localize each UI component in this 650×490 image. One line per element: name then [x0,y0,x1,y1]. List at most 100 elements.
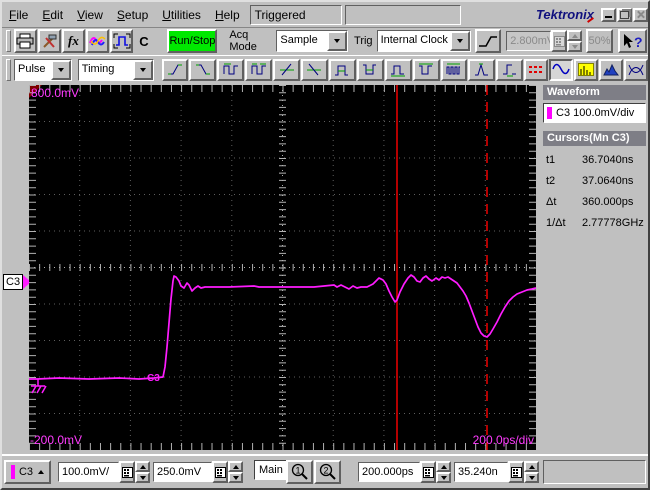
keypad-icon [214,466,226,478]
meas-subcategory-select[interactable]: Timing [77,58,154,81]
spin-up-button[interactable] [436,461,451,472]
horizontal-scale-field: 200.000ps [358,460,451,484]
spin-down-button[interactable] [524,472,539,483]
time-per-div-label: 200.0ps/div [472,433,534,447]
waveform-colors-button[interactable] [86,29,110,53]
keypad-button[interactable] [212,461,228,483]
trig-level-value: 2.800mV [506,31,552,51]
burst-width-icon [446,63,461,75]
minimize-button[interactable] [601,7,616,22]
menu-help[interactable]: Help [208,4,247,26]
spin-down-button[interactable] [228,472,243,483]
ground-reference-icon [31,379,47,394]
menu-file[interactable]: File [2,4,35,26]
chevron-down-icon[interactable] [449,31,470,51]
restore-button[interactable] [617,7,632,22]
chevron-down-icon[interactable] [50,59,71,80]
meas-delay-button[interactable] [496,58,524,81]
readout-row: Δt 360.000ps [546,195,634,208]
close-icon [636,10,645,19]
keypad-button[interactable] [420,461,436,483]
cursors-button[interactable] [524,58,549,81]
center-axis-ticks [29,85,536,450]
spin-up-button[interactable] [135,461,150,472]
top-scale-label: 800.0mV [31,86,80,100]
trigger-status: Triggered [249,4,342,25]
minimize-icon [605,15,612,18]
trig-50pct-button: 50% [586,29,613,53]
toolbar-grip[interactable] [6,30,11,52]
menu-view[interactable]: View [70,4,110,26]
toolbar-grip[interactable] [6,58,11,81]
waveform-list-item[interactable]: C3 100.0mV/div [543,103,646,123]
horizontal-position-value[interactable]: 35.240n [454,462,508,482]
display-area: C3 C3 800.0mV -200.0mV 200.0ps/div Wavef… [2,82,648,454]
svg-text:2: 2 [323,466,328,476]
measurement-toolbar: Pulse Timing [2,55,648,83]
spin-up-button[interactable] [524,461,539,472]
meas-negative-duty-button[interactable] [412,58,440,81]
delay-icon [502,64,516,77]
chevron-down-icon[interactable] [132,59,153,80]
trig-source-select[interactable]: Internal Clock [376,30,471,52]
status-filler [543,460,646,484]
restore-icon [620,10,629,19]
meas-period-button[interactable] [217,58,245,81]
meas-frequency-button[interactable] [245,58,273,81]
statistics-button[interactable] [599,58,624,81]
negative-width-icon [363,64,377,75]
meas-category-select[interactable]: Pulse [13,58,72,81]
meas-rise-time-button[interactable] [161,58,189,81]
meas-gain-button[interactable] [468,58,496,81]
eye-diagram-button[interactable] [624,58,648,81]
channel-select-button[interactable]: C3 [4,460,51,484]
meas-positive-duty-button[interactable] [384,58,412,81]
trig-slope-button[interactable] [474,29,502,53]
define-math-button[interactable]: fx [61,29,86,53]
close-button[interactable] [633,7,648,22]
vertical-offset-value[interactable]: 250.0mV [153,462,212,482]
keypad-button[interactable] [119,461,135,483]
meas-positive-cross-button[interactable] [273,58,301,81]
spin-down-button[interactable] [135,472,150,483]
spin-up-button [567,30,583,41]
cursors-icon [529,66,544,73]
meas-negative-width-button[interactable] [356,58,384,81]
chevron-up-icon [38,470,45,474]
chevron-down-icon[interactable] [327,31,348,51]
period-icon [223,63,238,75]
keypad-button[interactable] [508,461,524,483]
keypad-icon [121,466,133,478]
zoom-2-button[interactable]: 2 [314,460,341,484]
waveform-measure-button[interactable] [549,58,574,81]
eye-diagram-icon [628,64,644,75]
keypad-icon [553,35,565,47]
tools-button[interactable] [37,29,61,53]
acq-mode-select[interactable]: Sample [276,30,349,52]
meas-fall-time-button[interactable] [189,58,217,81]
positive-duty-icon [391,65,406,77]
sine-wave-icon [552,63,570,75]
channel-marker-c3[interactable]: C3 [3,274,32,290]
spin-up-button[interactable] [228,461,243,472]
histogram-button[interactable] [574,58,599,81]
print-button[interactable] [13,29,37,53]
positive-width-icon [335,65,349,76]
menu-setup[interactable]: Setup [110,4,155,26]
run-stop-button[interactable]: Run/Stop [167,29,218,53]
color-waves-icon [88,36,106,46]
menu-edit[interactable]: Edit [35,4,70,26]
meas-positive-width-button[interactable] [328,58,356,81]
vertical-offset-field: 250.0mV [153,460,243,484]
horizontal-scale-value[interactable]: 200.000ps [358,462,420,482]
meas-negative-cross-button[interactable] [301,58,328,81]
meas-burst-width-button[interactable] [440,58,468,81]
zoom-1-button[interactable]: 1 [286,460,313,484]
mask-pulse-button[interactable] [110,29,134,53]
spin-down-button[interactable] [436,472,451,483]
context-help-button[interactable]: ? [617,29,648,53]
menu-utilities[interactable]: Utilities [155,4,208,26]
vertical-scale-value[interactable]: 100.0mV/ [58,462,119,482]
waveform-display[interactable]: C3 800.0mV -200.0mV 200.0ps/div [29,85,536,450]
clear-data-button[interactable]: C [134,29,153,53]
